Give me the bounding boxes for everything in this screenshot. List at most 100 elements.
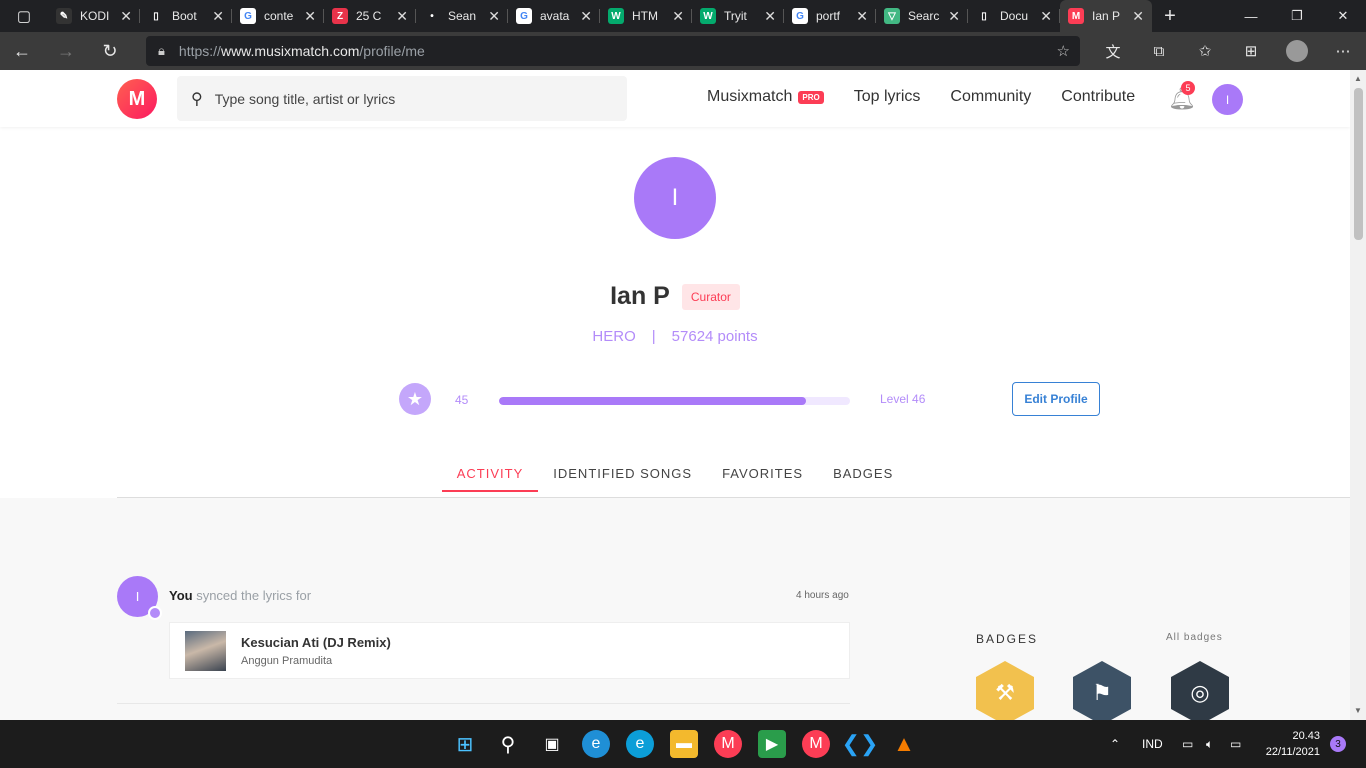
notification-center-badge[interactable]: 3 [1330,736,1346,752]
tab-badges[interactable]: BADGES [818,454,908,492]
browser-tab[interactable]: ✎ KODI ✕ [48,0,140,32]
tab-favorites[interactable]: FAVORITES [707,454,818,492]
add-favorite-icon[interactable]: ☆ [1057,42,1070,60]
file-explorer-icon[interactable]: ▬ [670,730,698,758]
url-text[interactable]: https://www.musixmatch.com/profile/me [179,43,425,59]
pen-icon: ✎ [56,8,72,24]
nav-contribute[interactable]: Contribute [1061,88,1135,106]
nav-musixmatch[interactable]: Musixmatch PRO [707,88,824,106]
forward-icon[interactable]: → [44,32,88,70]
song-artist[interactable]: Anggun Pramudita [241,655,332,667]
browser-tab[interactable]: Gportf ✕ [784,0,876,32]
browser-tab[interactable]: W HTM ✕ [600,0,692,32]
tab-close-icon[interactable]: ✕ [580,8,592,25]
musixmatch-logo[interactable]: M [117,79,157,119]
search-box[interactable]: ⚲ [177,76,627,121]
all-badges-link[interactable]: All badges [1166,632,1223,643]
browser-tab-label: Docu [1000,9,1029,23]
volume-icon[interactable]: 🔈︎ [1206,720,1213,768]
moon-flag-badge-icon[interactable]: ⚑ [1073,661,1131,720]
close-window-icon[interactable]: ✕ [1320,0,1366,32]
tab-close-icon[interactable]: ✕ [1132,8,1144,25]
browser-tab[interactable]: ▯ Docu ✕ [968,0,1060,32]
dot-icon: • [424,8,440,24]
edit-profile-button[interactable]: Edit Profile [1012,382,1100,416]
browser-tab-strip: ▢ ✎ KODI ✕ ▯ Boot ✕ Gconte ✕ Z 25 C ✕ • Sean ✕ Gavata ✕… [0,0,1366,32]
notification-count-badge: 5 [1181,81,1195,95]
nav-community[interactable]: Community [950,88,1031,106]
clock[interactable]: 20.43 22/11/2021 [1266,728,1320,760]
collections-icon[interactable]: ⊞ [1228,32,1274,70]
tab-close-icon[interactable]: ✕ [856,8,868,25]
browser-tab[interactable]: M Ian P ✕ [1060,0,1152,32]
tab-close-icon[interactable]: ✕ [488,8,500,25]
address-bar[interactable]: 🔒︎ https://www.musixmatch.com/profile/me… [146,36,1080,66]
header-avatar[interactable]: I [1212,84,1243,115]
tab-close-icon[interactable]: ✕ [304,8,316,25]
musixmatch-app2-icon[interactable]: M [802,730,830,758]
search-input[interactable] [214,90,595,107]
browser-tab[interactable]: W Tryit ✕ [692,0,784,32]
tab-close-icon[interactable]: ✕ [672,8,684,25]
scroll-up-icon[interactable]: ▲ [1354,74,1362,83]
medal-badge-icon[interactable]: ◎ [1171,661,1229,720]
browser-tab-label: Searc [908,9,940,23]
tab-close-icon[interactable]: ✕ [948,8,960,25]
tab-close-icon[interactable]: ✕ [764,8,776,25]
profile-icon[interactable] [1274,32,1320,70]
more-icon[interactable]: ⋯ [1320,32,1366,70]
page-scrollbar[interactable]: ▲ ▼ [1350,70,1366,720]
browser-tab[interactable]: Gconte ✕ [232,0,324,32]
tab-close-icon[interactable]: ✕ [212,8,224,25]
browser-tab[interactable]: Gavata ✕ [508,0,600,32]
network-icon[interactable]: ▭ [1182,720,1193,768]
windows-start-icon[interactable]: ⊞ [451,730,479,758]
task-view-icon[interactable]: ▣ [538,730,566,758]
document-icon: ▯ [148,8,164,24]
tray-chevron-icon[interactable]: ⌃ [1110,720,1120,768]
edge-dev-icon[interactable]: e [582,730,610,758]
curator-badge: Curator [681,283,740,310]
site-header: M ⚲ MusixmatchPRO Top lyrics Community C… [0,70,1350,127]
rank-separator: | [651,328,656,345]
minimize-icon[interactable]: — [1228,0,1274,32]
tab-close-icon[interactable]: ✕ [396,8,408,25]
language-indicator[interactable]: IND [1142,720,1163,768]
song-title[interactable]: Kesucian Ati (DJ Remix) [241,635,391,650]
battery-icon[interactable]: ▭ [1230,720,1241,768]
lock-icon[interactable]: 🔒︎ [158,43,165,59]
meet-icon[interactable]: ▶ [758,730,786,758]
restore-icon[interactable]: ❐ [1274,0,1320,32]
nav-top-lyrics[interactable]: Top lyrics [854,88,921,106]
translate-icon[interactable]: 文 [1090,32,1136,70]
favorites-icon[interactable]: ✩ [1182,32,1228,70]
tab-close-icon[interactable]: ✕ [120,8,132,25]
tab-identified-songs[interactable]: IDENTIFIED SONGS [538,454,707,492]
vscode-icon[interactable]: ❮❯ [842,730,879,758]
extensions-icon[interactable]: ⧉ [1136,32,1182,70]
browser-tab[interactable]: ▽ Searc ✕ [876,0,968,32]
browser-tab[interactable]: Z 25 C ✕ [324,0,416,32]
level-star-icon: ★ [399,383,431,415]
browser-toolbar: ← → ↻ 🔒︎ https://www.musixmatch.com/prof… [0,32,1366,70]
musixmatch-app-icon[interactable]: M [714,730,742,758]
browser-tab[interactable]: • Sean ✕ [416,0,508,32]
song-card[interactable]: Kesucian Ati (DJ Remix) Anggun Pramudita [169,622,850,679]
vlc-icon[interactable]: ▲ [890,730,918,758]
edge-icon[interactable]: e [626,730,654,758]
browser-tab[interactable]: ▯ Boot ✕ [140,0,232,32]
w3-icon: W [700,8,716,24]
new-tab-button[interactable]: + [1152,0,1188,32]
zety-icon: Z [332,8,348,24]
scroll-down-icon[interactable]: ▼ [1354,706,1362,715]
gavel-badge-icon[interactable]: ⚒ [976,661,1034,720]
tab-close-icon[interactable]: ✕ [1040,8,1052,25]
profile-avatar: I [634,157,716,239]
taskbar-search-icon[interactable]: ⚲ [494,730,522,758]
tab-actions-icon[interactable]: ▢ [0,0,48,32]
tab-activity[interactable]: ACTIVITY [441,454,539,492]
back-icon[interactable]: ← [0,32,44,70]
scroll-thumb[interactable] [1354,88,1363,240]
browser-tab-label: KODI [80,9,110,23]
refresh-icon[interactable]: ↻ [88,32,132,70]
